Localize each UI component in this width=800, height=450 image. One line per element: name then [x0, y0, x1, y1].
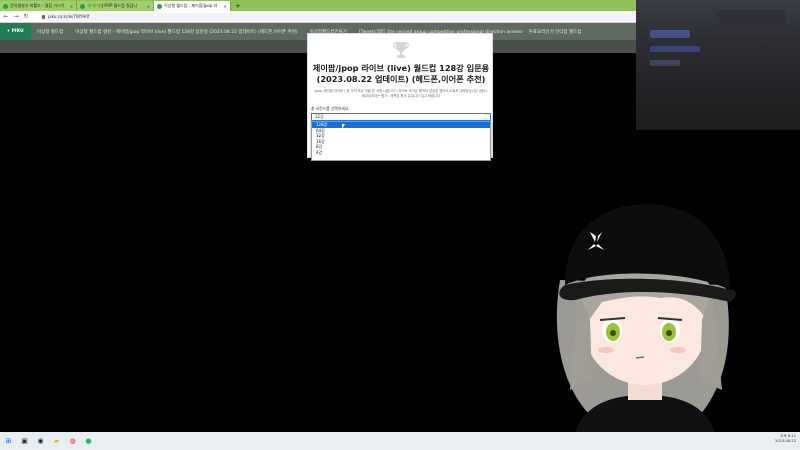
browser-tab-active[interactable]: 이상형 월드컵 - 제이팝/jpop 라 ✕ — [154, 1, 231, 11]
close-tab-icon[interactable]: ✕ — [147, 4, 150, 9]
windows-start-icon[interactable]: ⊞ — [4, 437, 13, 446]
worldcup-start-modal: 제이팝/jpop 라이브 (live) 월드컵 128강 입문용 (2023.0… — [307, 33, 494, 161]
chevron-down-icon: ⌄ — [483, 114, 487, 120]
side-panel-block — [716, 10, 786, 30]
round-option[interactable]: 4강 — [312, 150, 490, 156]
url-text: piku.co.kr/w/7WYH0f — [48, 14, 90, 19]
modal-description: jpop, 제이팝 라이브 ) 한 가지 곡은 곡을 한 곡씩 나옵니다 ) 라… — [314, 89, 488, 98]
lock-icon — [42, 14, 45, 19]
modal-title-line2: (2023.08.22 업데이트) (헤드폰,이어폰 추천) — [316, 74, 486, 84]
line-app-icon[interactable]: ● — [84, 437, 93, 446]
side-panel-block — [650, 46, 700, 52]
browser-tab[interactable]: 💚💚💚J-POP 월드컵 질겁니 ✕ — [77, 1, 154, 11]
mouse-cursor-icon — [342, 124, 345, 129]
taskbar: ⊞ ▣ ◉ ▰ ◍ ● — [0, 432, 800, 450]
vtuber-avatar — [556, 204, 736, 432]
chrome-icon[interactable]: ◍ — [68, 437, 77, 446]
nav-link-ranking[interactable]: 이상형 월드컵 랭킹 - 제이팝/jpop 라이브 (live) 월드컵 128… — [69, 29, 303, 35]
url-field[interactable]: piku.co.kr/w/7WYH0f — [39, 12, 639, 21]
side-panel-block — [650, 30, 690, 38]
back-icon[interactable]: ← — [3, 13, 9, 20]
site-logo[interactable]: ▾ PIKU — [0, 23, 31, 40]
modal-title-line1: 제이팝/jpop 라이브 (live) 월드컵 128강 입문용 — [312, 63, 490, 73]
nav-link-vote[interactable]: 투표요리인기 인디업 월드컵 — [523, 29, 588, 35]
tab-title: 전치결실기 비틀즈 - 결합 거시기 — [10, 3, 65, 8]
side-panel-block — [650, 60, 680, 66]
system-clock[interactable]: 오후 8:11 2023-08-22 — [775, 434, 796, 444]
file-explorer-icon[interactable]: ▰ — [52, 437, 61, 446]
site-favicon-icon — [80, 3, 85, 9]
steam-icon[interactable]: ◉ — [36, 437, 45, 446]
logo-text: PIKU — [11, 29, 24, 34]
round-select-value: 32강 — [315, 114, 324, 119]
site-favicon-icon — [3, 3, 8, 9]
site-favicon-icon — [157, 3, 162, 9]
task-view-icon[interactable]: ▣ — [20, 437, 29, 446]
tab-title: 💚💚💚J-POP 월드컵 질겁니 — [87, 3, 138, 8]
tab-title: 이상형 월드컵 - 제이팝/jpop 라 — [164, 3, 218, 8]
modal-title: 제이팝/jpop 라이브 (live) 월드컵 128강 입문용 (2023.0… — [308, 63, 494, 85]
side-panel — [636, 0, 800, 130]
close-tab-icon[interactable]: ✕ — [224, 4, 227, 9]
nav-link-worldcup[interactable]: 이상형 월드컵 — [31, 29, 69, 35]
round-select-label: 총 라운드를 선택하세요. — [311, 106, 350, 111]
close-tab-icon[interactable]: ✕ — [70, 4, 73, 9]
round-dropdown-list: 128강 64강 32강 16강 8강 4강 — [311, 121, 491, 161]
browser-tab[interactable]: 전치결실기 비틀즈 - 결합 거시기 ✕ — [0, 1, 77, 11]
new-tab-button[interactable]: + — [231, 1, 245, 11]
forward-icon[interactable]: → — [13, 13, 19, 20]
round-select[interactable]: 32강 ⌄ — [311, 113, 491, 121]
logo-icon: ▾ — [7, 29, 10, 34]
clock-date: 2023-08-22 — [775, 439, 796, 443]
reload-icon[interactable]: ↻ — [23, 13, 29, 20]
trophy-icon — [393, 42, 409, 58]
